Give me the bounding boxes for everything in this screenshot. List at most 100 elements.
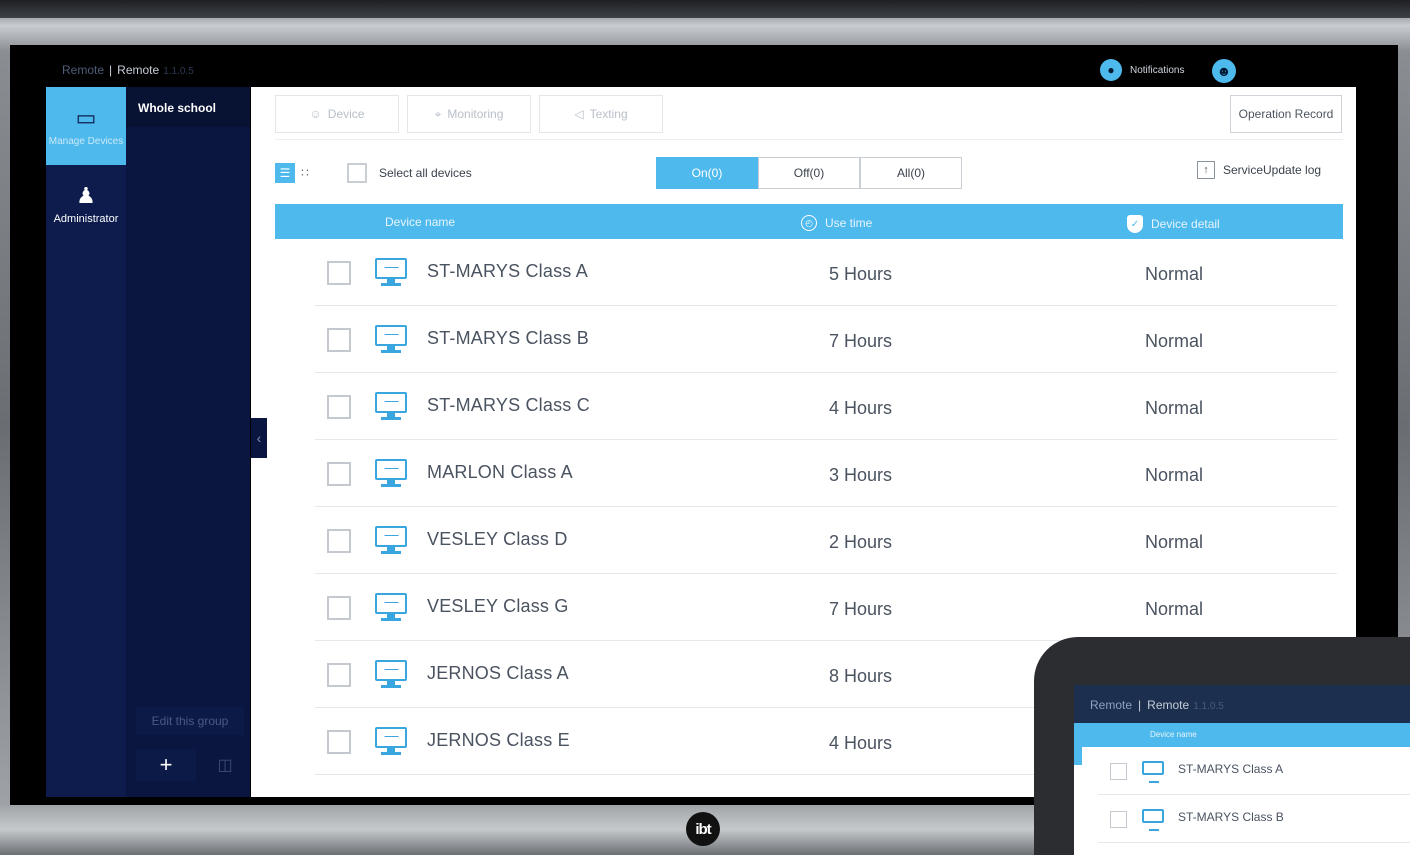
tab-device[interactable]: ☺ Device: [275, 95, 399, 133]
use-time: 4 Hours: [829, 398, 893, 418]
monitor-icon: [1142, 809, 1164, 831]
use-time: 3 Hours: [829, 465, 893, 485]
table-row[interactable]: ST-MARYS Class C 4 Hours Normal: [315, 373, 1337, 440]
service-update-log-link[interactable]: ↑ ServiceUpdate log: [1197, 161, 1321, 179]
row-checkbox[interactable]: [327, 328, 351, 352]
edit-group-button[interactable]: Edit this group: [136, 707, 244, 735]
select-all: Select all devices: [347, 163, 472, 183]
speaker-icon: ◁: [574, 107, 584, 121]
tab-texting[interactable]: ◁ Texting: [539, 95, 663, 133]
device-detail: Normal: [1145, 532, 1204, 552]
row-checkbox[interactable]: [327, 730, 351, 754]
tab-label: Texting: [589, 107, 628, 121]
add-group-button[interactable]: +: [136, 749, 196, 781]
status-filter: On(0) Off(0) All(0): [656, 157, 962, 189]
nav-item-label: Administrator: [53, 213, 119, 225]
col-device-name[interactable]: Device name: [385, 215, 455, 229]
tablet-top-bar: Remote | Remote 1.1.0.5: [1074, 685, 1410, 723]
col-use-time[interactable]: ◴ Use time: [801, 215, 872, 231]
device-detail: Normal: [1145, 465, 1204, 485]
shield-icon: ✓: [1127, 215, 1143, 233]
col-label: Device detail: [1151, 217, 1220, 231]
device-icon: ☺: [309, 107, 322, 121]
row-checkbox[interactable]: [327, 596, 351, 620]
monitor-icon: [375, 593, 407, 621]
collapse-panel-button[interactable]: ‹: [251, 418, 267, 458]
top-bar: Remote | Remote 1.1.0.5 ● Notifications ☻: [10, 45, 1398, 87]
use-time: 7 Hours: [829, 331, 893, 351]
device-name: MARLON Class A: [427, 462, 573, 482]
row-checkbox[interactable]: [327, 663, 351, 687]
brand-separator: |: [109, 63, 113, 77]
tablet-table-row[interactable]: ST-MARYS Class A: [1098, 747, 1410, 795]
list-view-icon[interactable]: ☰: [275, 163, 295, 183]
tablet-brand-version: 1.1.0.5: [1193, 701, 1224, 712]
monitor-icon: [375, 459, 407, 487]
brand-name: Remote: [117, 63, 160, 77]
upload-icon: ↑: [1197, 161, 1215, 179]
notifications-button[interactable]: ● Notifications: [1100, 59, 1184, 81]
divider: [275, 139, 1343, 140]
table-row[interactable]: ST-MARYS Class A 5 Hours Normal: [315, 239, 1337, 306]
row-checkbox[interactable]: [327, 462, 351, 486]
device-detail: Normal: [1145, 599, 1204, 619]
device-name: ST-MARYS Class A: [427, 261, 588, 281]
tablet-screen: Remote | Remote 1.1.0.5 Device name ST-MARY…: [1074, 685, 1410, 855]
device-detail: Normal: [1145, 331, 1204, 351]
select-all-label: Select all devices: [379, 166, 472, 180]
tablet-row-checkbox[interactable]: [1110, 763, 1127, 780]
col-device-detail[interactable]: ✓ Device detail: [1127, 215, 1220, 233]
tablet-table-header: Device name: [1074, 723, 1410, 747]
use-time: 7 Hours: [829, 599, 893, 619]
monitor-icon: [375, 526, 407, 554]
table-header: Device name ◴ Use time ✓ Device detail: [275, 204, 1343, 239]
col-label: Use time: [825, 216, 873, 230]
device-name: VESLEY Class D: [427, 529, 568, 549]
filter-all[interactable]: All(0): [860, 157, 962, 189]
group-title[interactable]: Whole school: [138, 101, 216, 115]
use-time: 4 Hours: [829, 733, 893, 753]
tablet-brand: Remote | Remote 1.1.0.5: [1090, 698, 1224, 712]
admin-user-icon: ♟: [76, 183, 96, 208]
tablet-row-checkbox[interactable]: [1110, 811, 1127, 828]
device-name: ST-MARYS Class C: [427, 395, 590, 415]
tab-monitoring[interactable]: ⌖ Monitoring: [407, 95, 531, 133]
table-row[interactable]: ST-MARYS Class B 7 Hours Normal: [315, 306, 1337, 373]
operation-record-button[interactable]: Operation Record: [1230, 95, 1342, 133]
monitor-icon: [375, 392, 407, 420]
brand-version: 1.1.0.5: [163, 66, 194, 77]
nav-item-administrator[interactable]: ♟ Administrator: [46, 165, 126, 243]
row-checkbox[interactable]: [327, 261, 351, 285]
row-checkbox[interactable]: [327, 395, 351, 419]
view-toggle: ☰ ∷: [275, 163, 315, 183]
tablet-brand-name: Remote: [1147, 698, 1190, 712]
use-time: 8 Hours: [829, 666, 893, 686]
user-avatar-icon[interactable]: ☻: [1212, 59, 1236, 83]
monitoring-icon: ⌖: [434, 106, 442, 121]
trash-icon[interactable]: ◫: [206, 749, 244, 781]
select-all-checkbox[interactable]: [347, 163, 367, 183]
notifications-label: Notifications: [1130, 64, 1185, 76]
filter-on[interactable]: On(0): [656, 157, 758, 189]
monitor-icon: [1142, 761, 1164, 783]
tablet-col-label: Device name: [1150, 730, 1197, 739]
tablet-table-row[interactable]: ST-MARYS Class B: [1098, 795, 1410, 843]
brand-dim-label: Remote: [62, 63, 105, 77]
left-nav: ▭ Manage Devices ♟ Administrator: [46, 87, 126, 797]
tablet-brand-sep: |: [1138, 698, 1142, 712]
bezel-top-strip: [0, 0, 1410, 18]
table-row[interactable]: VESLEY Class G 7 Hours Normal: [315, 574, 1337, 641]
table-row[interactable]: MARLON Class A 3 Hours Normal: [315, 440, 1337, 507]
laptop-icon: ▭: [75, 104, 97, 130]
nav-item-manage-devices[interactable]: ▭ Manage Devices: [46, 87, 126, 165]
tablet-brand-dim: Remote: [1090, 698, 1133, 712]
device-name: VESLEY Class G: [427, 596, 569, 616]
filter-off[interactable]: Off(0): [758, 157, 860, 189]
tab-bar: ☺ Device ⌖ Monitoring ◁ Texting: [275, 95, 663, 133]
device-name: JERNOS Class A: [427, 663, 569, 683]
clock-icon: ◴: [801, 215, 817, 231]
table-row[interactable]: VESLEY Class D 2 Hours Normal: [315, 507, 1337, 574]
row-checkbox[interactable]: [327, 529, 351, 553]
device-name: JERNOS Class E: [427, 730, 570, 750]
grid-view-icon[interactable]: ∷: [295, 163, 315, 183]
